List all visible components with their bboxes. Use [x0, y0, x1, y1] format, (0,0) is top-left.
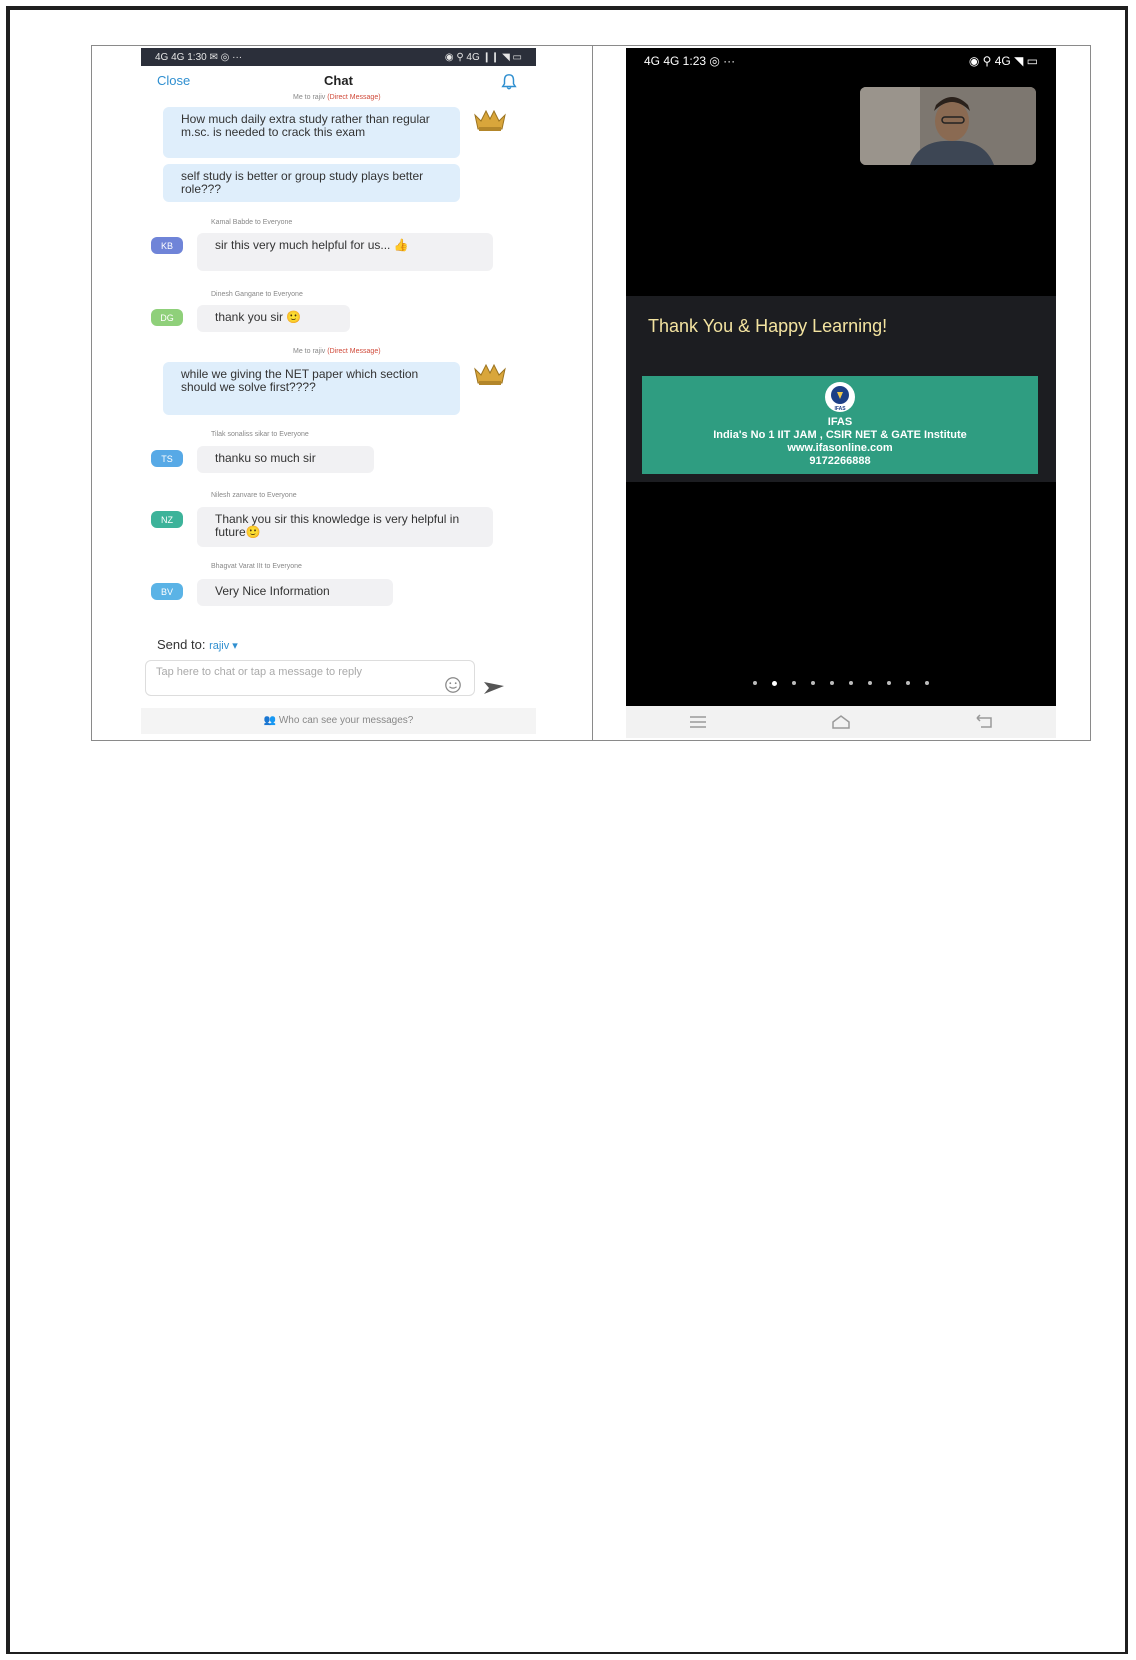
home-icon[interactable]	[830, 714, 852, 730]
chat-bubble[interactable]: Very Nice Information	[197, 579, 393, 606]
avatar: TS	[151, 450, 183, 467]
speaker-figure	[860, 87, 1036, 165]
avatar: NZ	[151, 511, 183, 528]
screenshot-panel: 4G 4G 1:30 ✉ ◎ ··· ◉ ⚲ 4G ❙❙ ◥ ▭ Close C…	[91, 45, 1091, 741]
avatar: BV	[151, 583, 183, 600]
avatar: DG	[151, 309, 183, 326]
menu-icon[interactable]	[687, 714, 709, 730]
meta-sender: Me to rajiv	[293, 94, 326, 101]
chat-bubble[interactable]: thank you sir 🙂	[197, 305, 350, 332]
meta-direct-message: (Direct Message)	[327, 348, 381, 355]
page-dot[interactable]	[811, 681, 815, 685]
page-dot[interactable]	[887, 681, 891, 685]
ifas-logo: IFAS	[825, 382, 855, 412]
chat-bubble[interactable]: thanku so much sir	[197, 446, 374, 473]
meta-sender: Me to rajiv	[293, 348, 326, 355]
recipient-dropdown[interactable]: rajiv ▾	[209, 640, 238, 652]
ifas-card: IFAS IFAS India's No 1 IIT JAM , CSIR NE…	[642, 376, 1038, 474]
page-dot[interactable]	[830, 681, 834, 685]
meta-direct-message: (Direct Message)	[327, 94, 381, 101]
avatar: KB	[151, 237, 183, 254]
page-dot[interactable]	[925, 681, 929, 685]
status-bar: 4G 4G 1:23 ◎ ··· ◉ ⚲ 4G ◥ ▭	[626, 48, 1056, 74]
back-icon[interactable]	[973, 714, 995, 730]
message-meta: Kamal Babde to Everyone	[211, 219, 293, 226]
page-dot[interactable]	[849, 681, 853, 685]
message-meta: Me to rajiv (Direct Message)	[293, 94, 381, 101]
page-dot[interactable]	[753, 681, 757, 685]
chat-header: Close Chat	[141, 66, 536, 96]
page-dot[interactable]	[868, 681, 872, 685]
thank-you-banner: Thank You & Happy Learning! IFAS IFAS In…	[626, 296, 1056, 482]
card-tagline: India's No 1 IIT JAM , CSIR NET & GATE I…	[713, 429, 967, 441]
page-dot[interactable]	[772, 681, 777, 686]
chat-bubble[interactable]: self study is better or group study play…	[163, 164, 460, 202]
status-right: ◉ ⚲ 4G ❙❙ ◥ ▭	[444, 51, 522, 63]
video-screenshot: 4G 4G 1:23 ◎ ··· ◉ ⚲ 4G ◥ ▭ Thank You & …	[626, 48, 1056, 738]
status-bar: 4G 4G 1:30 ✉ ◎ ··· ◉ ⚲ 4G ❙❙ ◥ ▭	[141, 48, 536, 66]
message-meta: Nilesh zanvare to Everyone	[211, 492, 297, 499]
chat-bubble[interactable]: while we giving the NET paper which sect…	[163, 362, 460, 415]
banner-title: Thank You & Happy Learning!	[648, 316, 888, 336]
chat-bubble[interactable]: How much daily extra study rather than r…	[163, 107, 460, 158]
message-meta: Dinesh Gangane to Everyone	[211, 291, 303, 298]
message-meta: Bhagvat Varat IIt to Everyone	[211, 563, 302, 570]
message-meta: Me to rajiv (Direct Message)	[293, 348, 381, 355]
status-left: 4G 4G 1:23 ◎ ···	[644, 54, 736, 68]
crown-avatar-icon	[474, 363, 506, 385]
card-text: IFAS India's No 1 IIT JAM , CSIR NET & G…	[642, 416, 1038, 468]
card-org: IFAS	[827, 416, 853, 428]
chat-screenshot: 4G 4G 1:30 ✉ ◎ ··· ◉ ⚲ 4G ❙❙ ◥ ▭ Close C…	[141, 48, 536, 738]
status-right: ◉ ⚲ 4G ◥ ▭	[968, 54, 1038, 68]
bell-icon[interactable]	[500, 73, 518, 91]
page-dot[interactable]	[906, 681, 910, 685]
chat-bubble[interactable]: sir this very much helpful for us... 👍	[197, 233, 493, 271]
divider	[592, 46, 593, 740]
send-icon[interactable]	[483, 680, 505, 696]
crown-avatar-icon	[474, 109, 506, 131]
speaker-video-thumbnail[interactable]	[860, 87, 1036, 165]
logo-text: IFAS	[834, 406, 846, 412]
card-website[interactable]: www.ifasonline.com	[642, 442, 1038, 455]
send-to-row: Send to: rajiv ▾	[157, 637, 238, 652]
visibility-info[interactable]: 👥 Who can see your messages?	[141, 708, 536, 734]
status-left: 4G 4G 1:30 ✉ ◎ ···	[155, 51, 243, 63]
chat-bubble[interactable]: Thank you sir this knowledge is very hel…	[197, 507, 493, 547]
send-to-label: Send to:	[157, 637, 206, 652]
page-indicator[interactable]	[626, 681, 1056, 686]
emoji-icon[interactable]	[444, 676, 462, 694]
card-phone: 9172266888	[809, 455, 871, 467]
chat-title: Chat	[324, 73, 353, 88]
chat-input[interactable]: Tap here to chat or tap a message to rep…	[145, 660, 475, 696]
page-dot[interactable]	[792, 681, 796, 685]
android-nav-bar	[626, 706, 1056, 738]
message-meta: Tilak sonaliss sikar to Everyone	[211, 431, 309, 438]
